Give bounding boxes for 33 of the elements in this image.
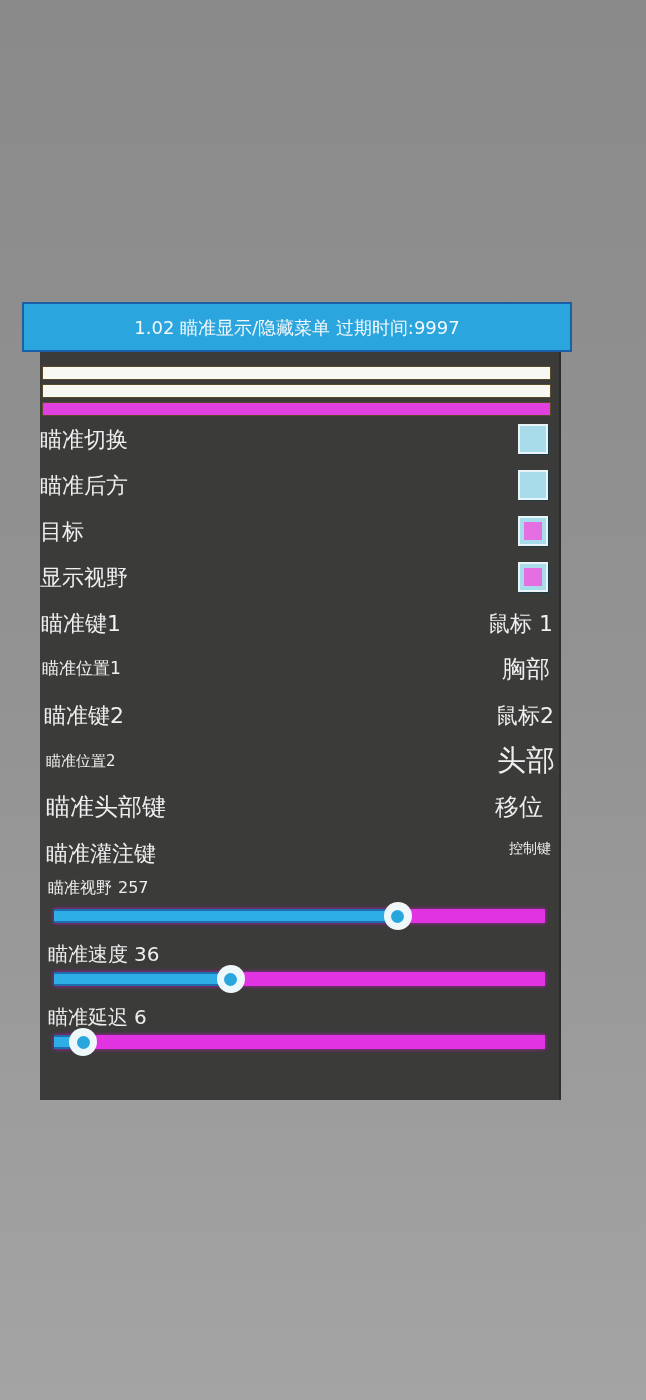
title-bar: 1.02 瞄准显示/隐藏菜单 过期时间:9997 — [22, 302, 572, 352]
key-value[interactable]: 移位 — [495, 789, 543, 825]
toggle-label: 显示视野 — [39, 563, 128, 592]
checkbox[interactable] — [518, 470, 548, 500]
binding-label: 瞄准键1 — [40, 609, 121, 638]
slider-thumb[interactable] — [216, 965, 245, 993]
slider-value: 36 — [134, 941, 160, 968]
toggle-label: 瞄准后方 — [39, 471, 128, 500]
toggle-label: 目标 — [39, 517, 84, 546]
slider-thumb[interactable] — [383, 902, 412, 930]
slider-label: 瞄准速度 — [48, 941, 128, 968]
slider-track[interactable] — [54, 1028, 545, 1056]
key-value[interactable]: 胸部 — [502, 651, 550, 687]
key-value[interactable]: 控制键 — [509, 838, 551, 859]
key-value[interactable]: 头部 — [497, 739, 555, 783]
binding-label: 瞄准位置1 — [41, 657, 121, 681]
binding-label: 瞄准头部键 — [45, 792, 166, 823]
key-value[interactable]: 鼠标2 — [496, 698, 554, 732]
toggle-label: 瞄准切换 — [39, 425, 128, 454]
slider-track[interactable] — [54, 902, 545, 930]
binding-label: 瞄准键2 — [43, 701, 124, 730]
key-value[interactable]: 鼠标 1 — [488, 606, 553, 640]
checkbox[interactable] — [518, 562, 548, 592]
slider-value: 257 — [118, 877, 149, 899]
slider-thumb[interactable] — [69, 1028, 98, 1056]
slider-value: 6 — [134, 1004, 147, 1031]
checkbox[interactable] — [518, 424, 548, 454]
binding-label: 瞄准位置2 — [45, 750, 116, 772]
slider-track[interactable] — [54, 965, 545, 993]
binding-label: 瞄准灌注键 — [45, 839, 156, 868]
slider-label: 瞄准延迟 — [48, 1004, 128, 1031]
checkbox[interactable] — [518, 516, 548, 546]
slider-label: 瞄准视野 — [48, 877, 112, 899]
